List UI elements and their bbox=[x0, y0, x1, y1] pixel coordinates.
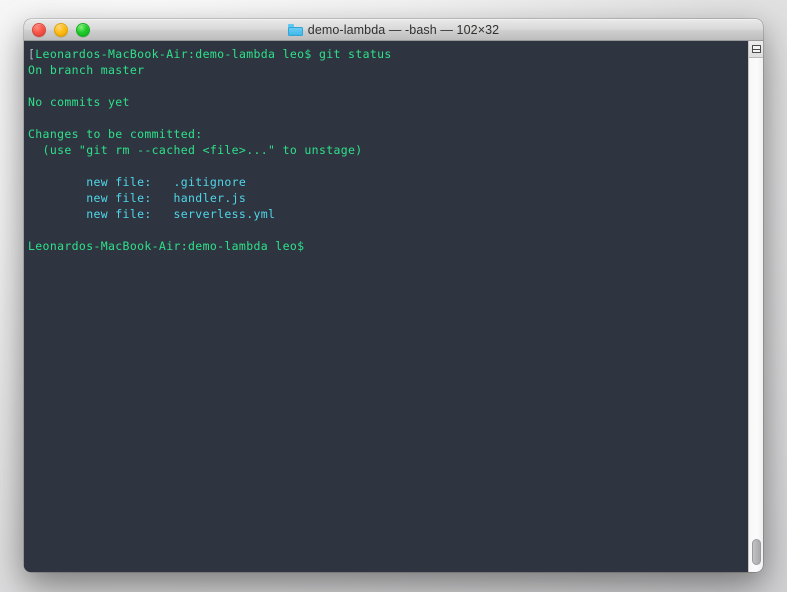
terminal-line: No commits yet bbox=[28, 95, 130, 109]
terminal-command-line: Leonardos-MacBook-Air:demo-lambda leo$ g… bbox=[35, 47, 392, 61]
window-title-text: demo-lambda — -bash — 102×32 bbox=[307, 23, 500, 37]
scrollbar-track[interactable] bbox=[749, 58, 763, 572]
scrollbar-thumb[interactable] bbox=[752, 539, 761, 565]
terminal-screen[interactable]: [Leonardos-MacBook-Air:demo-lambda leo$ … bbox=[24, 41, 748, 572]
staged-file-line: new file: handler.js bbox=[28, 191, 247, 205]
staged-file-line: new file: serverless.yml bbox=[28, 207, 276, 221]
zoom-button[interactable] bbox=[76, 23, 90, 37]
title-bar[interactable]: demo-lambda — -bash — 102×32 bbox=[24, 19, 763, 41]
terminal-line: [Leonardos-MacBook-Air:demo-lambda leo$ … bbox=[28, 46, 748, 62]
close-button[interactable] bbox=[32, 23, 46, 37]
terminal-output: [Leonardos-MacBook-Air:demo-lambda leo$ … bbox=[28, 46, 748, 254]
terminal-prompt-line: Leonardos-MacBook-Air:demo-lambda leo$ bbox=[28, 239, 305, 253]
split-pane-button[interactable] bbox=[749, 41, 763, 58]
staged-file-line: new file: .gitignore bbox=[28, 175, 247, 189]
minimize-button[interactable] bbox=[54, 23, 68, 37]
terminal-line: (use "git rm --cached <file>..." to unst… bbox=[28, 143, 363, 157]
terminal-line: On branch master bbox=[28, 63, 145, 77]
folder-icon bbox=[287, 24, 303, 36]
window-title: demo-lambda — -bash — 102×32 bbox=[24, 20, 763, 40]
terminal-window[interactable]: demo-lambda — -bash — 102×32 [Leonardos-… bbox=[24, 19, 763, 572]
scrollbar[interactable] bbox=[748, 41, 763, 572]
window-body: [Leonardos-MacBook-Air:demo-lambda leo$ … bbox=[24, 41, 763, 572]
window-controls bbox=[24, 23, 90, 37]
terminal-line: Changes to be committed: bbox=[28, 127, 203, 141]
pane-split-icon bbox=[752, 45, 761, 53]
